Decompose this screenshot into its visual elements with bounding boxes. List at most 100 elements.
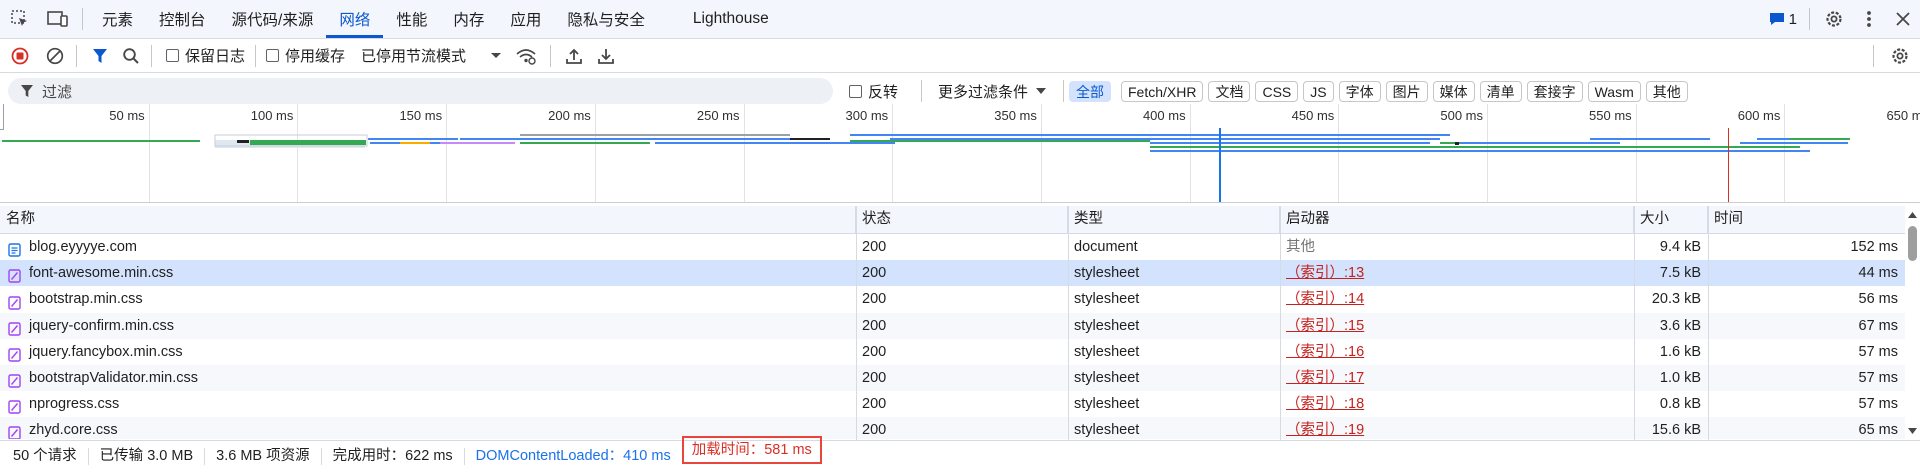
- cell-time: 65 ms: [1858, 422, 1899, 439]
- filter-chip-3[interactable]: CSS: [1255, 81, 1299, 102]
- filter-chip-5[interactable]: 字体: [1338, 81, 1381, 102]
- request-name[interactable]: bootstrapValidator.min.css: [29, 370, 198, 386]
- table-row[interactable]: bootstrapValidator.min.css 200 stylesheet （…: [0, 364, 1905, 392]
- network-summary-bar: 50 个请求 已传输 3.0 MB 3.6 MB 项资源 完成用时：622 ms…: [0, 436, 1920, 471]
- request-table-header: 名称 状态 类型 启动器 大小 时间: [0, 206, 1920, 234]
- initiator-link[interactable]: （索引）:15: [1286, 318, 1364, 334]
- import-har-icon[interactable]: [557, 39, 591, 72]
- initiator-link[interactable]: （索引）:17: [1286, 370, 1364, 386]
- column-header-status[interactable]: 状态: [856, 206, 1068, 233]
- filter-chip-0[interactable]: 全部: [1069, 81, 1111, 102]
- table-row[interactable]: zhyd.core.css 200 stylesheet （索引）:19 15.6 kB…: [0, 417, 1905, 439]
- table-scrollbar[interactable]: [1905, 206, 1920, 440]
- table-row[interactable]: bootstrap.min.css 200 stylesheet （索引）:14 20.…: [0, 286, 1905, 312]
- tab-4[interactable]: 性能: [383, 0, 440, 38]
- cell-size: 20.3 kB: [1651, 291, 1701, 308]
- dropdown-arrow-icon: [491, 52, 502, 58]
- divider: [151, 44, 152, 67]
- request-name[interactable]: blog.eyyyye.com: [29, 239, 137, 255]
- device-toolbar-icon[interactable]: [40, 0, 76, 38]
- cell-status: 200: [862, 396, 887, 413]
- cell-size: 1.0 kB: [1659, 369, 1701, 386]
- checkbox-box: [166, 49, 179, 62]
- filter-chip-9[interactable]: 套接字: [1526, 81, 1583, 102]
- tab-2[interactable]: 源代码/来源: [219, 0, 327, 38]
- table-row[interactable]: jquery-confirm.min.css 200 stylesheet （索引）:…: [0, 312, 1905, 339]
- table-row[interactable]: blog.eyyyye.com 200 document 其他 9.4 kB 152 ms: [0, 234, 1905, 260]
- divider: [1063, 80, 1064, 102]
- table-row[interactable]: nprogress.css 200 stylesheet （索引）:18 0.8 kB 5…: [0, 391, 1905, 417]
- clear-icon[interactable]: [40, 39, 70, 72]
- network-overview-timeline[interactable]: 50 ms 100 ms 150 ms 200 ms 250 ms 300 ms 350 m…: [0, 104, 1920, 203]
- filter-chip-4[interactable]: JS: [1303, 81, 1334, 102]
- column-header-size[interactable]: 大小: [1634, 206, 1708, 233]
- column-header-initiator[interactable]: 启动器: [1280, 206, 1634, 233]
- initiator-link[interactable]: （索引）:13: [1286, 265, 1364, 281]
- divider: [1873, 44, 1874, 67]
- tab-0[interactable]: 元素: [89, 0, 146, 38]
- request-name[interactable]: jquery.fancybox.min.css: [29, 344, 183, 360]
- stop-recording-icon[interactable]: [0, 39, 40, 72]
- more-options-icon[interactable]: [1852, 0, 1886, 38]
- request-name[interactable]: font-awesome.min.css: [29, 265, 173, 281]
- cell-initiator: （索引）:17: [1280, 365, 1634, 391]
- more-filters-label: 更多过滤条件: [938, 84, 1029, 101]
- cell-type: stylesheet: [1074, 369, 1140, 386]
- tab-6[interactable]: 应用: [497, 0, 554, 38]
- initiator-link[interactable]: （索引）:19: [1286, 422, 1364, 438]
- cell-status: 200: [862, 369, 887, 386]
- overview-bar: [1590, 138, 1710, 140]
- filter-chip-6[interactable]: 图片: [1385, 81, 1428, 102]
- table-row[interactable]: jquery.fancybox.min.css 200 stylesheet （索引）…: [0, 339, 1905, 365]
- issues-icon[interactable]: 1: [1763, 0, 1803, 38]
- filter-input[interactable]: 过滤: [8, 78, 833, 104]
- filter-chip-1[interactable]: Fetch/XHR: [1121, 81, 1204, 102]
- column-header-time[interactable]: 时间: [1708, 206, 1905, 233]
- dom-content-loaded-time: DOMContentLoaded：410 ms: [475, 447, 671, 464]
- initiator-link[interactable]: （索引）:14: [1286, 291, 1364, 307]
- table-row[interactable]: font-awesome.min.css 200 stylesheet （索引）:13…: [0, 260, 1905, 287]
- tab-8[interactable]: Lighthouse: [680, 0, 782, 38]
- overview-bar: [795, 142, 895, 144]
- search-icon[interactable]: [117, 39, 145, 72]
- throttling-select[interactable]: 已停用节流模式: [361, 45, 502, 66]
- tab-7[interactable]: 隐私与安全: [554, 0, 658, 38]
- request-name[interactable]: nprogress.css: [29, 396, 119, 412]
- network-conditions-icon[interactable]: [508, 39, 544, 72]
- checkbox-box: [266, 49, 280, 62]
- cell-type: stylesheet: [1074, 291, 1140, 308]
- cell-time: 152 ms: [1850, 239, 1898, 255]
- stylesheet-icon: [8, 397, 21, 414]
- column-header-name[interactable]: 名称: [0, 206, 856, 233]
- dom-content-loaded-marker: [1219, 128, 1221, 202]
- cell-type: stylesheet: [1074, 396, 1140, 413]
- filter-chip-10[interactable]: Wasm: [1587, 81, 1641, 102]
- filter-chip-11[interactable]: 其他: [1645, 81, 1688, 102]
- initiator-link[interactable]: （索引）:16: [1286, 344, 1364, 360]
- preserve-log-checkbox[interactable]: 保留日志: [166, 45, 245, 66]
- request-name[interactable]: jquery-confirm.min.css: [29, 318, 174, 334]
- scrollbar-thumb[interactable]: [1908, 226, 1917, 261]
- disable-cache-checkbox[interactable]: 停用缓存: [266, 45, 345, 66]
- filter-chip-8[interactable]: 清单: [1479, 81, 1522, 102]
- select-element-icon[interactable]: [0, 0, 40, 38]
- cell-size: 9.4 kB: [1659, 239, 1701, 255]
- settings-gear-icon[interactable]: [1816, 0, 1852, 38]
- export-har-icon[interactable]: [591, 39, 621, 72]
- request-name[interactable]: bootstrap.min.css: [29, 291, 143, 307]
- overview-bar: [2, 140, 200, 142]
- initiator-link[interactable]: （索引）:18: [1286, 396, 1364, 412]
- cell-initiator: 其他: [1280, 234, 1634, 260]
- cell-type: stylesheet: [1074, 343, 1140, 360]
- network-settings-gear-icon[interactable]: [1880, 39, 1920, 72]
- request-name[interactable]: zhyd.core.css: [29, 422, 118, 438]
- filter-chip-2[interactable]: 文档: [1208, 81, 1251, 102]
- tab-3[interactable]: 网络: [326, 0, 384, 38]
- column-header-type[interactable]: 类型: [1068, 206, 1280, 233]
- preserve-log-label: 保留日志: [185, 48, 246, 65]
- filter-chip-7[interactable]: 媒体: [1432, 81, 1475, 102]
- tab-5[interactable]: 内存: [440, 0, 497, 38]
- close-icon[interactable]: [1886, 0, 1920, 38]
- filter-icon[interactable]: [83, 39, 117, 72]
- tab-1[interactable]: 控制台: [146, 0, 219, 38]
